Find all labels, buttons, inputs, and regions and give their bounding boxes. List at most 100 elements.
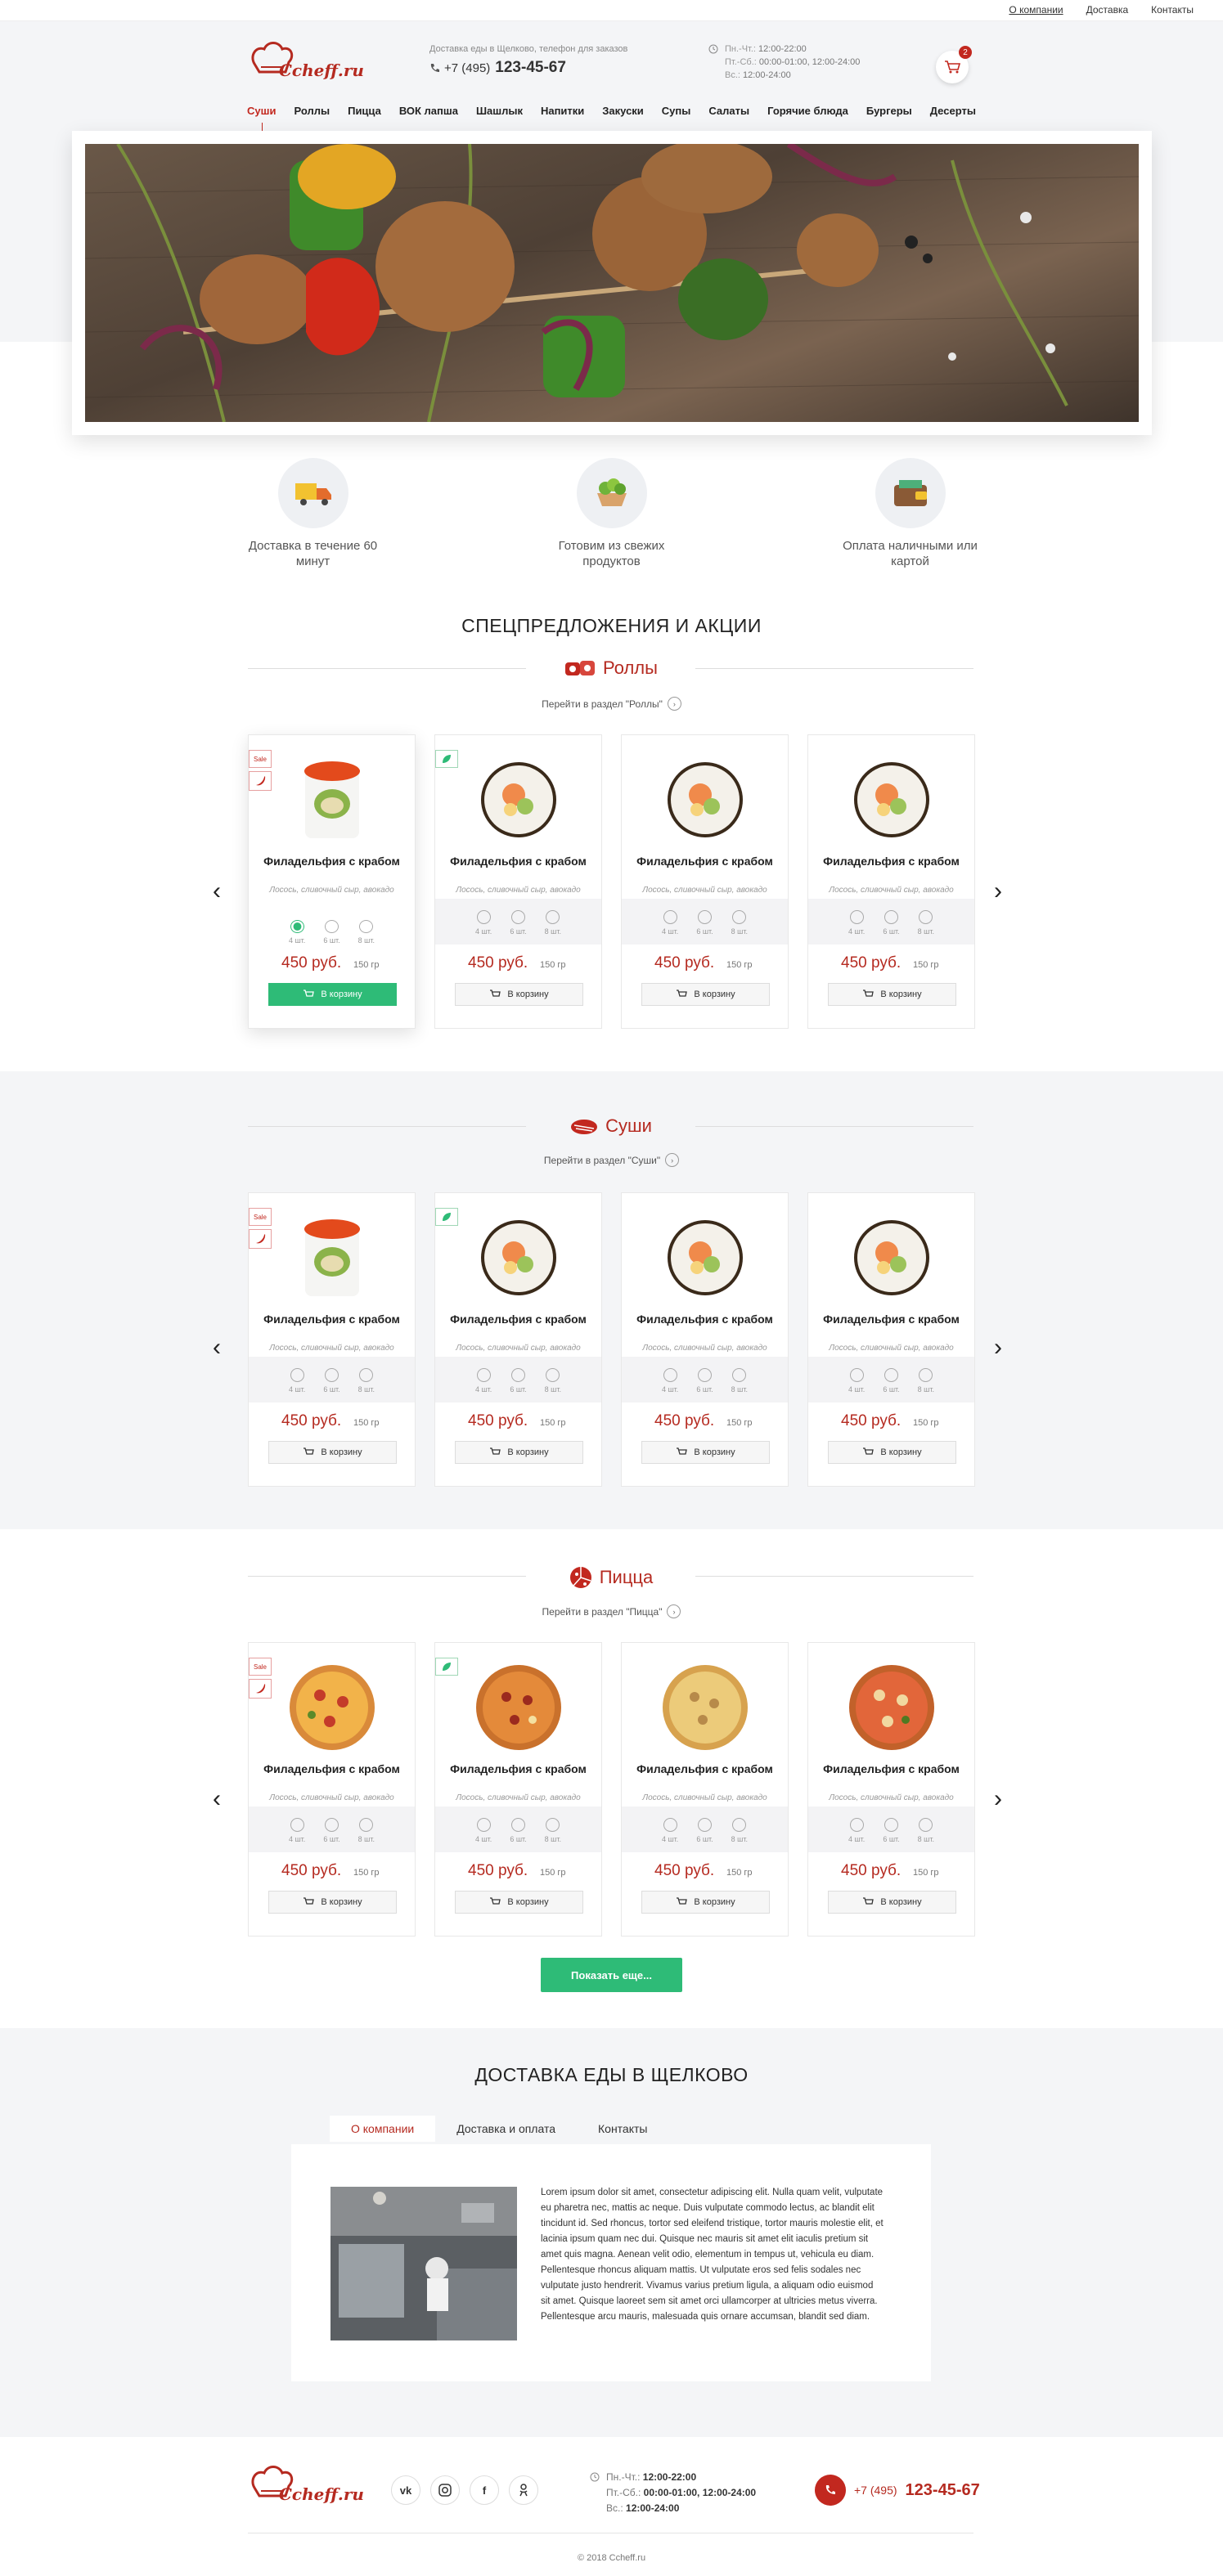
slider-next-button[interactable]: › xyxy=(994,1787,1010,1811)
product-card[interactable]: Филадельфия с крабом Лосось, сливочный с… xyxy=(807,1192,975,1487)
odnoklassniki-icon[interactable] xyxy=(509,2475,538,2505)
portion-option[interactable]: 4 шт. xyxy=(848,1818,865,1852)
portion-option[interactable]: 8 шт. xyxy=(358,1368,375,1402)
product-card[interactable]: Филадельфия с крабом Лосось, сливочный с… xyxy=(621,1642,789,1936)
portion-option[interactable]: 6 шт. xyxy=(883,1368,900,1402)
add-to-cart-button[interactable]: В корзину xyxy=(455,983,583,1006)
portion-option[interactable]: 6 шт. xyxy=(323,920,340,945)
add-to-cart-button[interactable]: В корзину xyxy=(828,1891,956,1914)
cart-button[interactable]: 2 xyxy=(936,46,972,83)
slider-prev-button[interactable]: ‹ xyxy=(213,879,229,904)
portion-option[interactable]: 6 шт. xyxy=(883,910,900,945)
portion-option[interactable]: 4 шт. xyxy=(662,1368,678,1402)
portion-option[interactable]: 8 шт. xyxy=(918,1368,934,1402)
product-card[interactable]: Филадельфия с крабом Лосось, сливочный с… xyxy=(807,1642,975,1936)
portion-option[interactable]: 8 шт. xyxy=(545,1818,561,1852)
nav-item-soups[interactable]: Супы xyxy=(662,105,691,117)
nav-item-shashlik[interactable]: Шашлык xyxy=(476,105,523,117)
portion-option[interactable]: 6 шт. xyxy=(510,1818,527,1852)
portion-option[interactable]: 8 шт. xyxy=(731,1368,748,1402)
portion-option[interactable]: 8 шт. xyxy=(918,1818,934,1852)
product-weight: 150 гр xyxy=(353,960,380,970)
add-to-cart-button[interactable]: В корзину xyxy=(455,1891,583,1914)
portion-option[interactable]: 4 шт. xyxy=(848,1368,865,1402)
add-to-cart-button[interactable]: В корзину xyxy=(268,983,397,1006)
footer-logo[interactable]: Ccheff.ru xyxy=(248,2463,364,2512)
add-to-cart-button[interactable]: В корзину xyxy=(641,1891,770,1914)
slider-next-button[interactable]: › xyxy=(994,879,1010,904)
logo[interactable]: Ccheff.ru xyxy=(248,39,364,88)
nav-item-burgers[interactable]: Бургеры xyxy=(866,105,912,117)
show-more-button[interactable]: Показать еще... xyxy=(541,1958,682,1992)
portion-option[interactable]: 8 шт. xyxy=(358,1818,375,1852)
top-link-delivery[interactable]: Доставка xyxy=(1086,4,1129,16)
category-link-pizza[interactable]: Перейти в раздел "Пицца" › xyxy=(0,1604,1223,1618)
portion-option[interactable]: 4 шт. xyxy=(289,920,305,945)
add-to-cart-button[interactable]: В корзину xyxy=(828,1441,956,1464)
product-card[interactable]: Филадельфия с крабом Лосось, сливочный с… xyxy=(621,734,789,1029)
portion-option[interactable]: 8 шт. xyxy=(731,910,748,945)
add-to-cart-button[interactable]: В корзину xyxy=(641,983,770,1006)
product-card[interactable]: Филадельфия с крабом Лосось, сливочный с… xyxy=(434,734,602,1029)
portion-option[interactable]: 6 шт. xyxy=(696,910,713,945)
product-card[interactable]: Филадельфия с крабом Лосось, сливочный с… xyxy=(807,734,975,1029)
nav-item-desserts[interactable]: Десерты xyxy=(930,105,976,117)
portion-option[interactable]: 6 шт. xyxy=(323,1368,340,1402)
nav-item-sushi[interactable]: Суши xyxy=(247,105,277,134)
portion-option[interactable]: 6 шт. xyxy=(510,910,527,945)
nav-item-pizza[interactable]: Пицца xyxy=(348,105,381,117)
footer-phone[interactable]: +7 (495) 123-45-67 xyxy=(815,2475,980,2506)
portion-option[interactable]: 8 шт. xyxy=(731,1818,748,1852)
portion-option[interactable]: 8 шт. xyxy=(545,910,561,945)
add-to-cart-button[interactable]: В корзину xyxy=(268,1441,397,1464)
product-card[interactable]: Филадельфия с крабом Лосось, сливочный с… xyxy=(434,1642,602,1936)
tab-delivery-payment[interactable]: Доставка и оплата xyxy=(435,2116,577,2142)
product-price: 450 руб. xyxy=(281,954,342,972)
slider-prev-button[interactable]: ‹ xyxy=(213,1787,229,1811)
add-to-cart-button[interactable]: В корзину xyxy=(641,1441,770,1464)
product-card[interactable]: Sale Филадельфия с крабом Лосось, сливоч… xyxy=(248,734,416,1029)
nav-item-salads[interactable]: Салаты xyxy=(708,105,749,117)
portion-option[interactable]: 4 шт. xyxy=(848,910,865,945)
nav-item-rolls[interactable]: Роллы xyxy=(295,105,330,117)
header-phone[interactable]: +7 (495) 123-45-67 xyxy=(429,59,566,77)
nav-item-snacks[interactable]: Закуски xyxy=(602,105,644,117)
portion-option[interactable]: 6 шт. xyxy=(323,1818,340,1852)
top-link-about[interactable]: О компании xyxy=(1009,4,1063,16)
facebook-icon[interactable]: f xyxy=(470,2475,499,2505)
product-card[interactable]: Sale Филадельфия с крабом Лосось, сливоч… xyxy=(248,1642,416,1936)
category-link-rolls[interactable]: Перейти в раздел "Роллы" › xyxy=(0,697,1223,711)
nav-item-hot-dishes[interactable]: Горячие блюда xyxy=(767,105,848,117)
vk-icon[interactable]: vk xyxy=(391,2475,420,2505)
add-to-cart-button[interactable]: В корзину xyxy=(828,983,956,1006)
slider-next-button[interactable]: › xyxy=(994,1335,1010,1360)
portion-option[interactable]: 4 шт. xyxy=(475,1368,492,1402)
add-to-cart-button[interactable]: В корзину xyxy=(268,1891,397,1914)
portion-option[interactable]: 8 шт. xyxy=(545,1368,561,1402)
tab-contacts[interactable]: Контакты xyxy=(577,2116,668,2142)
tab-about[interactable]: О компании xyxy=(330,2116,436,2142)
portion-option[interactable]: 4 шт. xyxy=(289,1368,305,1402)
portion-option[interactable]: 4 шт. xyxy=(289,1818,305,1852)
add-to-cart-button[interactable]: В корзину xyxy=(455,1441,583,1464)
portion-option[interactable]: 6 шт. xyxy=(510,1368,527,1402)
top-link-contacts[interactable]: Контакты xyxy=(1151,4,1194,16)
portion-option[interactable]: 4 шт. xyxy=(662,910,678,945)
nav-item-wok[interactable]: ВОК лапша xyxy=(399,105,458,117)
header: Ccheff.ru Доставка еды в Щелково, телефо… xyxy=(0,21,1223,134)
nav-item-drinks[interactable]: Напитки xyxy=(541,105,584,117)
category-link-sushi[interactable]: Перейти в раздел "Суши" › xyxy=(0,1153,1223,1167)
portion-option[interactable]: 4 шт. xyxy=(662,1818,678,1852)
portion-option[interactable]: 4 шт. xyxy=(475,910,492,945)
slider-prev-button[interactable]: ‹ xyxy=(213,1335,229,1360)
portion-option[interactable]: 6 шт. xyxy=(883,1818,900,1852)
portion-option[interactable]: 8 шт. xyxy=(918,910,934,945)
portion-option[interactable]: 8 шт. xyxy=(358,920,375,945)
instagram-icon[interactable] xyxy=(430,2475,460,2505)
product-card[interactable]: Филадельфия с крабом Лосось, сливочный с… xyxy=(621,1192,789,1487)
portion-option[interactable]: 6 шт. xyxy=(696,1368,713,1402)
product-card[interactable]: Филадельфия с крабом Лосось, сливочный с… xyxy=(434,1192,602,1487)
portion-option[interactable]: 4 шт. xyxy=(475,1818,492,1852)
portion-option[interactable]: 6 шт. xyxy=(696,1818,713,1852)
product-card[interactable]: Sale Филадельфия с крабом Лосось, сливоч… xyxy=(248,1192,416,1487)
